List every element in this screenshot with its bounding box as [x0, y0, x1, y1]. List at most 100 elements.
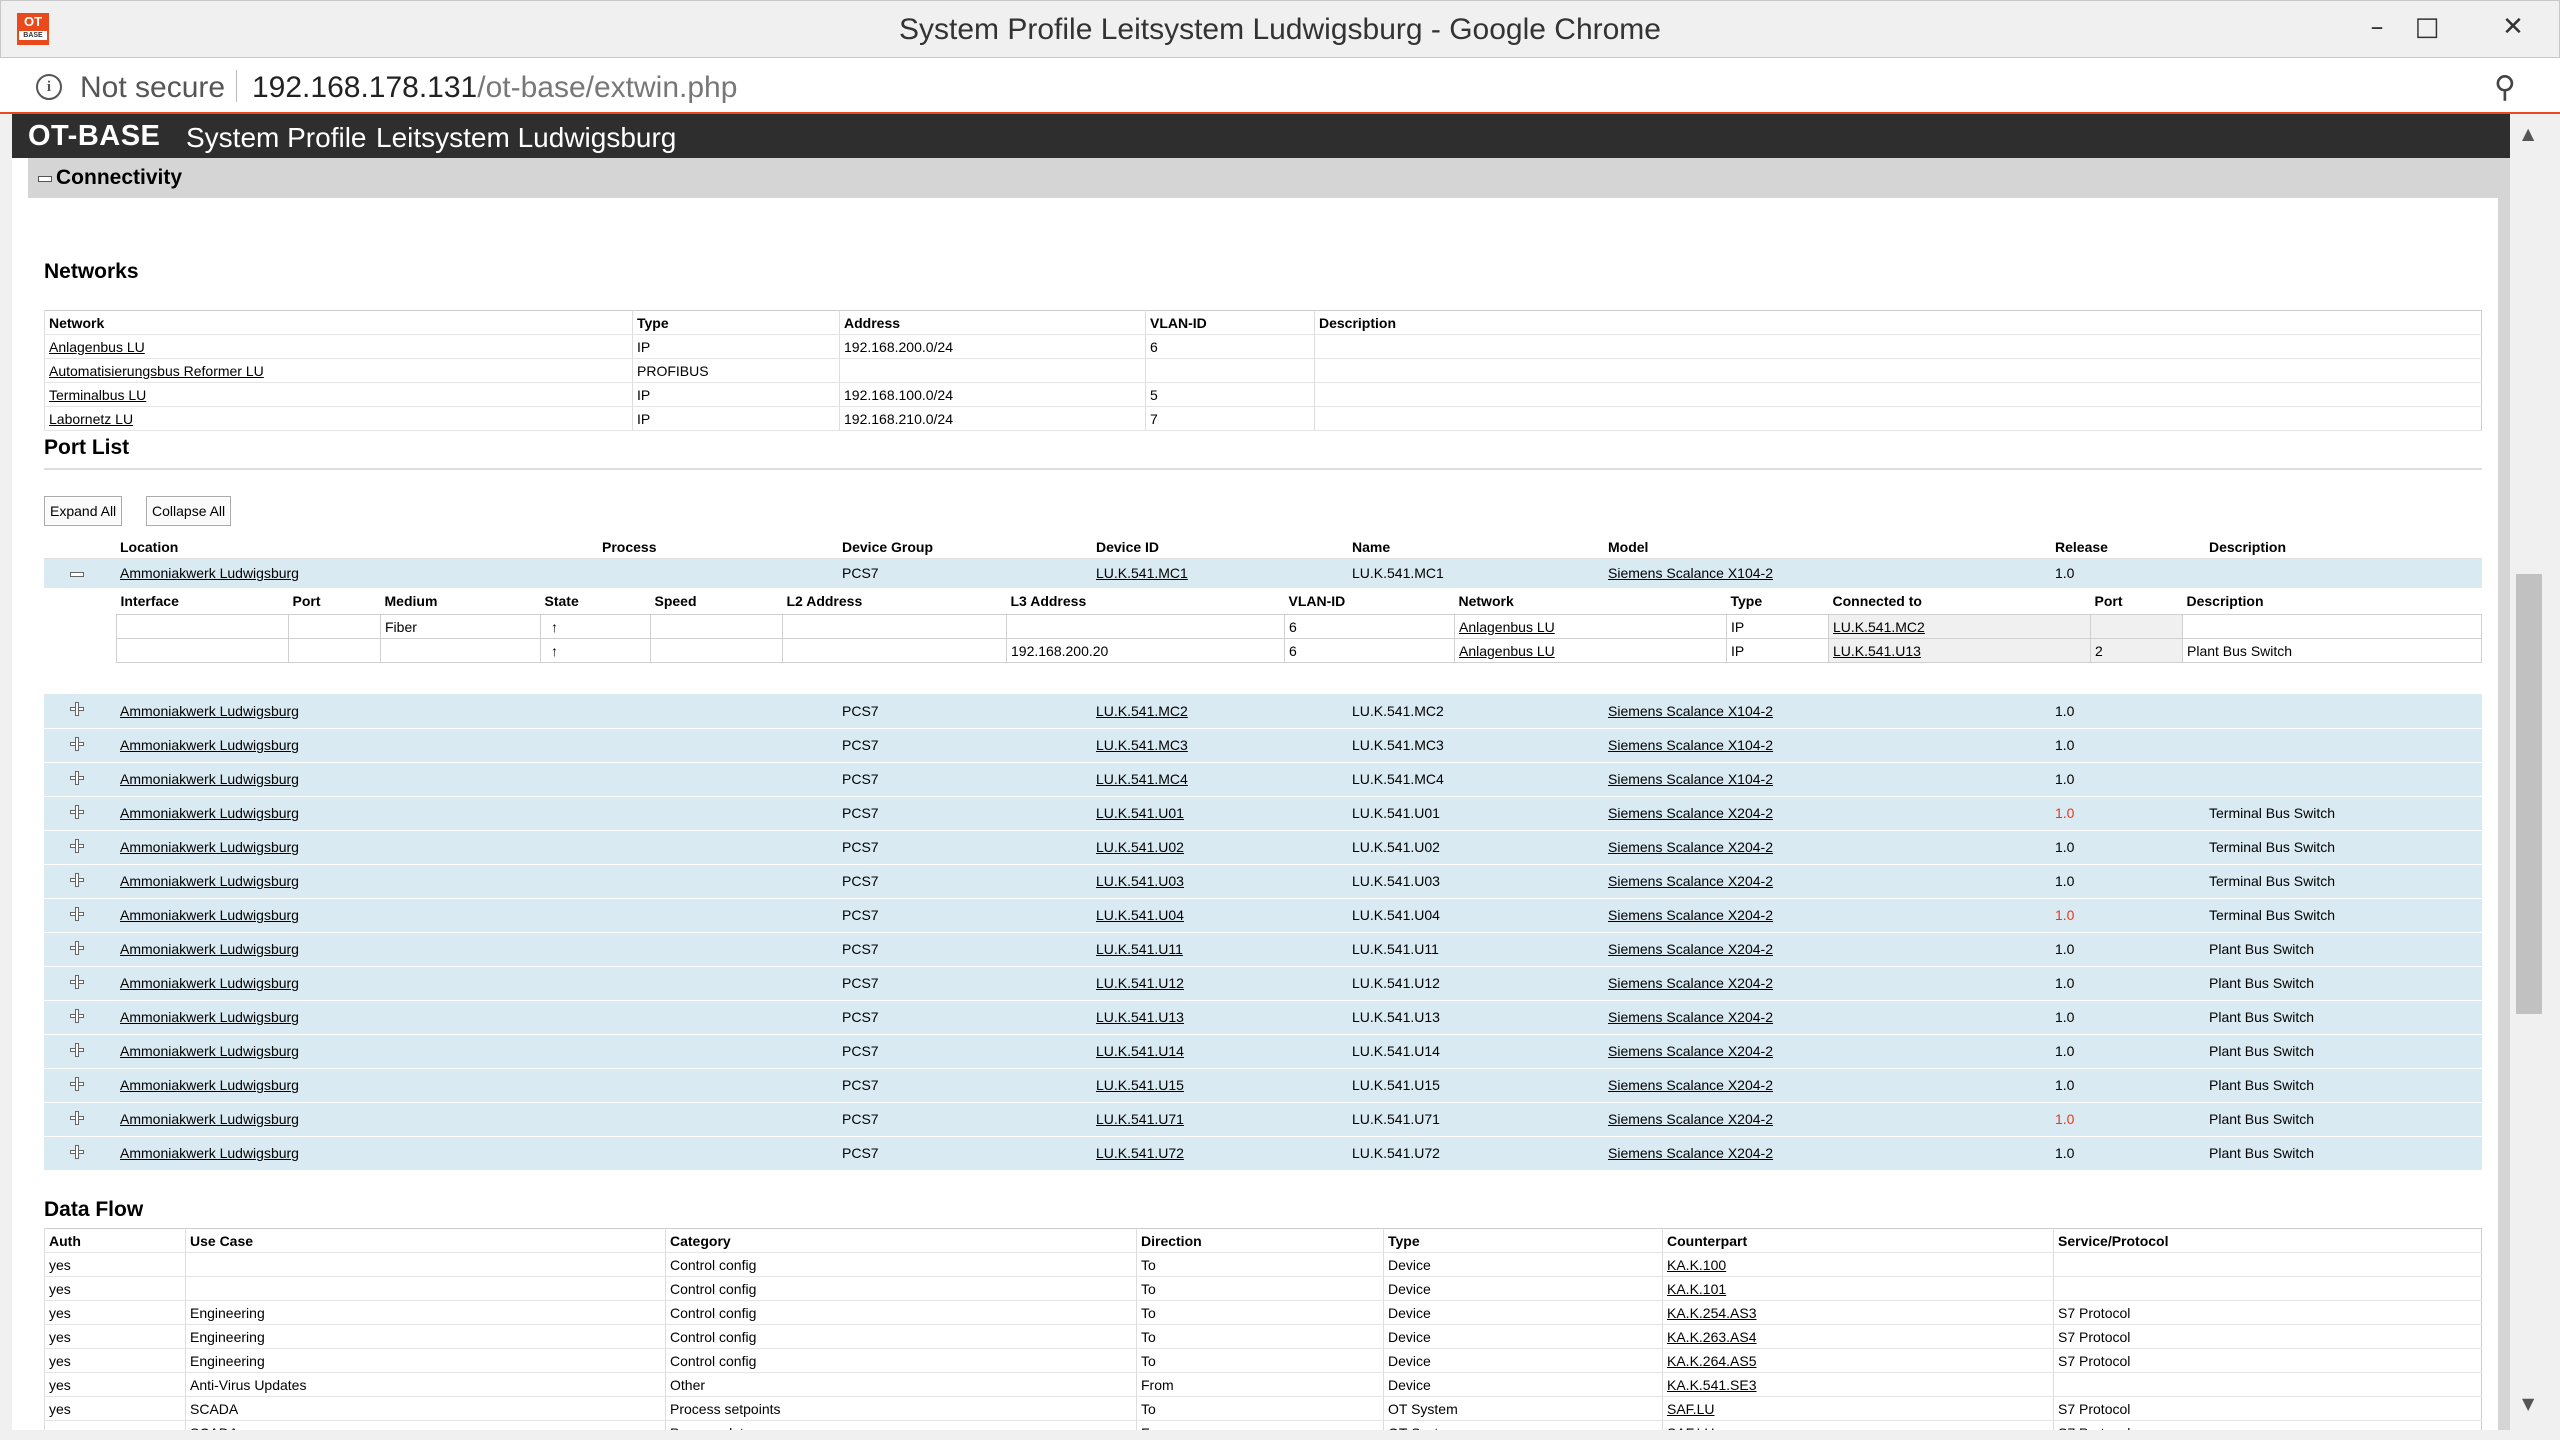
expand-row-cell[interactable]: [44, 762, 116, 797]
security-label[interactable]: Not secure: [80, 71, 225, 105]
device-device-id-link[interactable]: LU.K.541.U14: [1096, 1043, 1184, 1059]
device-device-id-link[interactable]: LU.K.541.U71: [1096, 1111, 1184, 1127]
device-device-id-link[interactable]: LU.K.541.U13: [1096, 1009, 1184, 1025]
device-row[interactable]: Ammoniakwerk Ludwigsburg PCS7 LU.K.541.U14…: [44, 1034, 2482, 1069]
network-link[interactable]: Anlagenbus LU: [49, 339, 145, 355]
counterpart-link[interactable]: KA.K.541.SE3: [1667, 1377, 1757, 1393]
device-model-link[interactable]: Siemens Scalance X204-2: [1608, 1111, 1773, 1127]
device-row[interactable]: Ammoniakwerk Ludwigsburg PCS7 LU.K.541.U71…: [44, 1102, 2482, 1137]
counterpart-link[interactable]: KA.K.254.AS3: [1667, 1305, 1757, 1321]
device-model-link[interactable]: Siemens Scalance X204-2: [1608, 975, 1773, 991]
collapse-row-cell[interactable]: [44, 558, 116, 589]
plus-icon[interactable]: [70, 1110, 84, 1125]
device-model-link[interactable]: Siemens Scalance X204-2: [1608, 907, 1773, 923]
plus-icon[interactable]: [70, 838, 84, 853]
expand-row-cell[interactable]: [44, 898, 116, 933]
collapse-section-icon[interactable]: [38, 176, 52, 182]
device-model-link[interactable]: Siemens Scalance X204-2: [1608, 805, 1773, 821]
page-scrollbar[interactable]: ▲ ▼: [2510, 114, 2550, 1430]
device-row[interactable]: Ammoniakwerk Ludwigsburg PCS7 LU.K.541.U15…: [44, 1068, 2482, 1103]
device-location-link[interactable]: Ammoniakwerk Ludwigsburg: [120, 771, 299, 787]
info-icon[interactable]: i: [36, 74, 62, 100]
device-location-link[interactable]: Ammoniakwerk Ludwigsburg: [120, 805, 299, 821]
section-header[interactable]: Connectivity: [28, 158, 2510, 198]
device-model-link[interactable]: Siemens Scalance X104-2: [1608, 703, 1773, 719]
scroll-thumb[interactable]: [2516, 574, 2542, 1014]
device-device-id-link[interactable]: LU.K.541.U15: [1096, 1077, 1184, 1093]
plus-icon[interactable]: [70, 940, 84, 955]
device-location-link[interactable]: Ammoniakwerk Ludwigsburg: [120, 975, 299, 991]
device-model-link[interactable]: Siemens Scalance X204-2: [1608, 839, 1773, 855]
plus-icon[interactable]: [70, 804, 84, 819]
counterpart-link[interactable]: KA.K.263.AS4: [1667, 1329, 1757, 1345]
device-location-link[interactable]: Ammoniakwerk Ludwigsburg: [120, 941, 299, 957]
device-model-link[interactable]: Siemens Scalance X204-2: [1608, 941, 1773, 957]
plus-icon[interactable]: [70, 1144, 84, 1159]
device-model-link[interactable]: Siemens Scalance X204-2: [1608, 1145, 1773, 1161]
interface-network-link[interactable]: Anlagenbus LU: [1459, 619, 1555, 635]
counterpart-link[interactable]: SAF.LU: [1667, 1401, 1714, 1417]
url-text[interactable]: 192.168.178.131/ot-base/extwin.php: [252, 71, 737, 105]
network-link[interactable]: Terminalbus LU: [49, 387, 146, 403]
device-row[interactable]: Ammoniakwerk Ludwigsburg PCS7 LU.K.541.MC2…: [44, 694, 2482, 729]
expand-row-cell[interactable]: [44, 1136, 116, 1171]
plus-icon[interactable]: [70, 1008, 84, 1023]
device-device-id-link[interactable]: LU.K.541.MC3: [1096, 737, 1188, 753]
expand-row-cell[interactable]: [44, 1034, 116, 1069]
device-location-link[interactable]: Ammoniakwerk Ludwigsburg: [120, 1111, 299, 1127]
scroll-down-arrow-icon[interactable]: ▼: [2522, 1394, 2534, 1413]
minus-icon[interactable]: [70, 571, 84, 577]
counterpart-link[interactable]: SAF.LU: [1667, 1425, 1714, 1431]
device-model-link[interactable]: Siemens Scalance X204-2: [1608, 1043, 1773, 1059]
expand-row-cell[interactable]: [44, 1102, 116, 1137]
network-link[interactable]: Automatisierungsbus Reformer LU: [49, 363, 264, 379]
interface-connected-link[interactable]: LU.K.541.U13: [1833, 643, 1921, 659]
interface-network-link[interactable]: Anlagenbus LU: [1459, 643, 1555, 659]
device-device-id-link[interactable]: LU.K.541.U12: [1096, 975, 1184, 991]
zoom-icon[interactable]: ⚲: [2494, 70, 2516, 105]
device-location-link[interactable]: Ammoniakwerk Ludwigsburg: [120, 873, 299, 889]
device-device-id-link[interactable]: LU.K.541.MC4: [1096, 771, 1188, 787]
expand-row-cell[interactable]: [44, 694, 116, 729]
expand-row-cell[interactable]: [44, 830, 116, 865]
device-model-link[interactable]: Siemens Scalance X104-2: [1608, 737, 1773, 753]
device-row[interactable]: Ammoniakwerk Ludwigsburg PCS7 LU.K.541.U02…: [44, 830, 2482, 865]
counterpart-link[interactable]: KA.K.101: [1667, 1281, 1726, 1297]
device-row[interactable]: Ammoniakwerk Ludwigsburg PCS7 LU.K.541.U72…: [44, 1136, 2482, 1171]
device-device-id-link[interactable]: LU.K.541.U01: [1096, 805, 1184, 821]
scroll-up-arrow-icon[interactable]: ▲: [2522, 124, 2534, 143]
device-location-link[interactable]: Ammoniakwerk Ludwigsburg: [120, 839, 299, 855]
device-row[interactable]: Ammoniakwerk Ludwigsburg PCS7 LU.K.541.MC3…: [44, 728, 2482, 763]
expand-row-cell[interactable]: [44, 796, 116, 831]
collapse-all-button[interactable]: Collapse All: [146, 496, 232, 526]
device-location-link[interactable]: Ammoniakwerk Ludwigsburg: [120, 1077, 299, 1093]
device-model-link[interactable]: Siemens Scalance X204-2: [1608, 873, 1773, 889]
device-location-link[interactable]: Ammoniakwerk Ludwigsburg: [120, 703, 299, 719]
plus-icon[interactable]: [70, 906, 84, 921]
plus-icon[interactable]: [70, 974, 84, 989]
plus-icon[interactable]: [70, 736, 84, 751]
counterpart-link[interactable]: KA.K.264.AS5: [1667, 1353, 1757, 1369]
expand-row-cell[interactable]: [44, 1000, 116, 1035]
device-device-id-link[interactable]: LU.K.541.U03: [1096, 873, 1184, 889]
device-model-link[interactable]: Siemens Scalance X204-2: [1608, 1077, 1773, 1093]
device-model-link[interactable]: Siemens Scalance X204-2: [1608, 1009, 1773, 1025]
close-button[interactable]: ✕: [2473, 7, 2553, 47]
device-row[interactable]: Ammoniakwerk Ludwigsburg PCS7 LU.K.541.U01…: [44, 796, 2482, 831]
device-row[interactable]: Ammoniakwerk Ludwigsburg PCS7 LU.K.541.MC4…: [44, 762, 2482, 797]
device-device-id-link[interactable]: LU.K.541.U02: [1096, 839, 1184, 855]
device-row[interactable]: Ammoniakwerk Ludwigsburg PCS7 LU.K.541.U12…: [44, 966, 2482, 1001]
expand-row-cell[interactable]: [44, 728, 116, 763]
plus-icon[interactable]: [70, 770, 84, 785]
expand-row-cell[interactable]: [44, 932, 116, 967]
device-location-link[interactable]: Ammoniakwerk Ludwigsburg: [120, 737, 299, 753]
device-device-id-link[interactable]: LU.K.541.U11: [1096, 941, 1183, 957]
device-model-link[interactable]: Siemens Scalance X104-2: [1608, 565, 1773, 581]
device-row[interactable]: Ammoniakwerk Ludwigsburg PCS7 LU.K.541.U13…: [44, 1000, 2482, 1035]
device-location-link[interactable]: Ammoniakwerk Ludwigsburg: [120, 907, 299, 923]
device-row[interactable]: Ammoniakwerk Ludwigsburg PCS7 LU.K.541.MC1…: [44, 558, 2482, 589]
plus-icon[interactable]: [70, 872, 84, 887]
device-row[interactable]: Ammoniakwerk Ludwigsburg PCS7 LU.K.541.U03…: [44, 864, 2482, 899]
plus-icon[interactable]: [70, 1076, 84, 1091]
expand-all-button[interactable]: Expand All: [44, 496, 123, 526]
